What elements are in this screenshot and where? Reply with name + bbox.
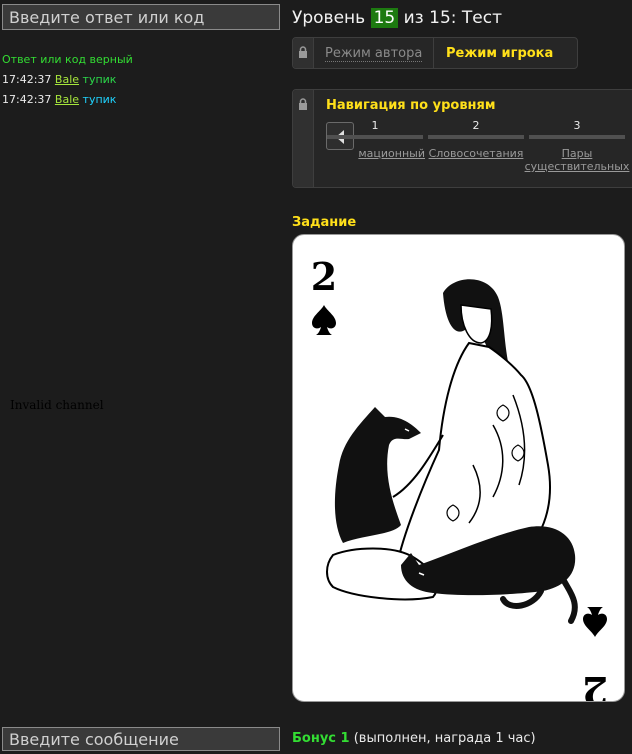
spade-icon (583, 607, 607, 637)
level-name: Тест (461, 8, 502, 28)
bonus-line: Бонус 1 (выполнен, награда 1 час) (292, 731, 536, 746)
level-nav-number: 3 (573, 119, 581, 132)
level-nav-bar (529, 135, 625, 139)
level-nav-name[interactable]: мационный (293, 147, 425, 160)
lock-column (293, 90, 314, 187)
chat-error-text: Invalid channel (10, 398, 104, 412)
player-mode-label: Режим игрока (446, 46, 554, 61)
level-nav-name-line: Пары (561, 147, 593, 160)
log-user-link[interactable]: Bale (55, 93, 79, 106)
level-nav-name-line: существительных (524, 160, 630, 173)
log-time: 17:42:37 (2, 93, 52, 106)
answer-status: Ответ или код верный (2, 53, 133, 66)
log-entry: 17:42:37 Bale тупик (2, 73, 116, 86)
level-navigation-panel: Навигация по уровням 1 мационный 2 Слово… (292, 89, 632, 188)
bonus-label: Бонус 1 (292, 731, 350, 746)
log-result: тупик (82, 93, 117, 106)
level-prefix: Уровень (292, 8, 366, 28)
author-mode-link[interactable]: Режим автора (325, 46, 423, 62)
card-rank-top: 2 (311, 254, 337, 299)
card-rank-bottom: 2 (582, 668, 608, 701)
lock-column (293, 38, 314, 68)
level-nav-number: 2 (472, 119, 480, 132)
log-user-link[interactable]: Bale (55, 73, 79, 86)
level-nav-item[interactable]: 2 Словосочетания (426, 119, 526, 179)
task-image-card: 2 2 (292, 234, 625, 713)
level-title: Уровень 15 из 15: Тест (292, 8, 502, 28)
level-nav-item[interactable]: 1 мационный (325, 119, 425, 179)
log-entry: 17:42:37 Bale тупик (2, 93, 116, 106)
level-nav-bar (428, 135, 524, 139)
lock-icon (299, 46, 307, 58)
bonus-info: (выполнен, награда 1 час) (353, 731, 536, 746)
log-result: тупик (82, 73, 117, 86)
level-nav-bar (327, 135, 423, 139)
level-nav-name[interactable]: Словосочетания (420, 147, 532, 160)
spade-icon (312, 305, 336, 335)
log-time: 17:42:37 (2, 73, 52, 86)
mode-switch-panel: Режим автора Режим игрока (292, 37, 578, 69)
task-label: Задание (292, 215, 357, 230)
level-nav-number: 1 (371, 119, 379, 132)
level-total: 15: (429, 8, 457, 28)
playing-card-illustration: 2 2 (311, 254, 608, 713)
figure-face (460, 304, 493, 344)
answer-input[interactable] (2, 4, 280, 30)
level-nav-name[interactable]: Пары существительных (521, 147, 632, 173)
level-of: из (403, 8, 424, 28)
navigation-title: Навигация по уровням (326, 98, 496, 113)
black-cat-left (334, 407, 421, 543)
lock-icon (299, 98, 307, 110)
mode-divider (433, 38, 434, 68)
level-nav-item[interactable]: 3 Пары существительных (525, 119, 630, 179)
message-input[interactable] (2, 727, 280, 751)
level-number-badge: 15 (370, 8, 399, 28)
